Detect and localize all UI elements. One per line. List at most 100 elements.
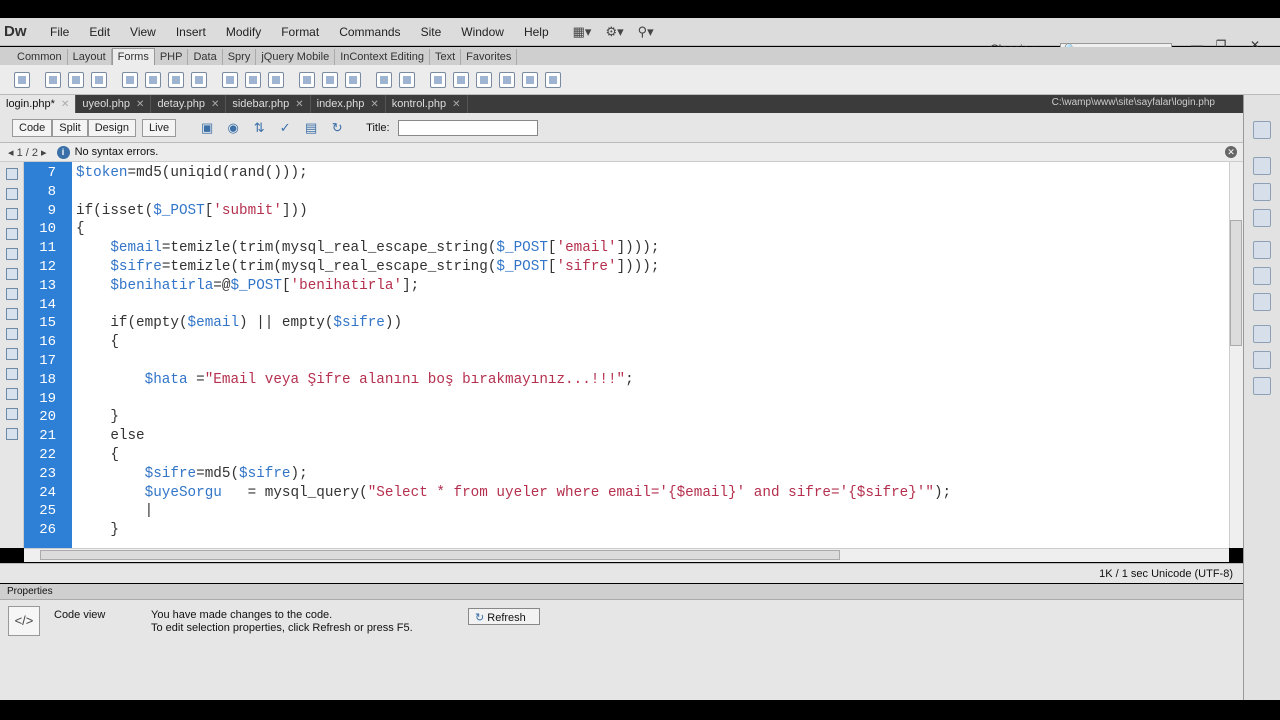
select-list-icon[interactable]: [222, 71, 238, 88]
menu-help[interactable]: Help: [514, 25, 559, 39]
highlight-invalid-code-icon[interactable]: [6, 328, 18, 340]
collapse-tag-icon[interactable]: [6, 208, 18, 220]
spry-validation-radio-icon[interactable]: [545, 71, 561, 88]
tab-incontext-editing[interactable]: InContext Editing: [335, 49, 430, 65]
open-documents-icon[interactable]: [6, 168, 18, 180]
split-view-button[interactable]: Split: [52, 118, 88, 137]
jump-menu-icon[interactable]: [245, 71, 261, 88]
collapse-selection-icon[interactable]: [6, 228, 18, 240]
refresh-icon[interactable]: ↻: [328, 120, 346, 136]
close-icon[interactable]: ✕: [61, 99, 69, 110]
snippets-icon[interactable]: [1253, 377, 1271, 395]
balance-braces-icon[interactable]: [6, 288, 18, 300]
files-icon[interactable]: [1253, 325, 1271, 343]
code-editor[interactable]: $token=md5(uniqid(rand())); if(isset($_P…: [72, 162, 1229, 548]
menu-window[interactable]: Window: [451, 25, 514, 39]
doc-tab-login[interactable]: login.php* ✕: [0, 95, 77, 113]
tab-layout[interactable]: Layout: [68, 49, 112, 65]
wrap-tag-icon[interactable]: [6, 408, 18, 420]
menu-commands[interactable]: Commands: [329, 25, 410, 39]
doc-tab-kontrol[interactable]: kontrol.php ✕: [386, 95, 468, 113]
syntax-status: No syntax errors.: [74, 146, 159, 158]
apply-comment-icon[interactable]: [6, 368, 18, 380]
multiscreen-icon[interactable]: ▣: [198, 120, 216, 136]
css-styles-icon[interactable]: [1253, 157, 1271, 175]
close-icon[interactable]: ✕: [211, 99, 219, 110]
image-field-icon[interactable]: [268, 71, 284, 88]
menu-site[interactable]: Site: [411, 25, 452, 39]
menu-view[interactable]: View: [120, 25, 166, 39]
textarea-icon[interactable]: [91, 71, 107, 88]
close-icon[interactable]: ✕: [370, 99, 378, 110]
spry-validation-password-icon[interactable]: [499, 71, 515, 88]
menu-modify[interactable]: Modify: [216, 25, 271, 39]
assets-icon[interactable]: [1253, 351, 1271, 369]
tab-text[interactable]: Text: [430, 49, 462, 65]
code-view-button[interactable]: Code: [12, 118, 53, 137]
vertical-scroll-thumb[interactable]: [1230, 220, 1242, 346]
close-icon[interactable]: ✕: [1225, 146, 1237, 158]
radio-group-icon[interactable]: [191, 71, 207, 88]
hidden-field-icon[interactable]: [68, 71, 84, 88]
spry-validation-checkbox-icon[interactable]: [453, 71, 469, 88]
preview-browser-icon[interactable]: ◉: [224, 120, 242, 136]
gear-icon[interactable]: ⚙▾: [605, 24, 623, 40]
tab-common[interactable]: Common: [12, 49, 68, 65]
title-input[interactable]: [397, 119, 538, 136]
spry-validation-text-icon[interactable]: [399, 71, 415, 88]
spry-validation-select-icon[interactable]: [476, 71, 492, 88]
close-icon[interactable]: ✕: [136, 99, 144, 110]
tab-favorites[interactable]: Favorites: [461, 49, 518, 65]
insert-panel-icon[interactable]: [1253, 121, 1271, 139]
doc-tab-detay[interactable]: detay.php ✕: [151, 95, 227, 113]
label-icon[interactable]: [345, 71, 361, 88]
spry-validation-textarea-icon[interactable]: [430, 71, 446, 88]
form-icon[interactable]: [14, 71, 30, 88]
w3c-validation-icon[interactable]: ✓: [276, 120, 294, 136]
menu-file[interactable]: File: [40, 25, 79, 39]
fieldset-icon[interactable]: [376, 71, 392, 88]
file-management-icon[interactable]: ⇅: [250, 120, 268, 136]
refresh-button[interactable]: ↻ Refresh: [468, 608, 540, 625]
doc-tab-index[interactable]: index.php ✕: [311, 95, 386, 113]
syntax-error-alerts-icon[interactable]: [6, 348, 18, 360]
design-view-button[interactable]: Design: [87, 118, 136, 137]
radio-button-icon[interactable]: [168, 71, 184, 88]
doc-tab-sidebar[interactable]: sidebar.php ✕: [226, 95, 311, 113]
error-navigation[interactable]: ◂ 1 / 2 ▸: [8, 146, 47, 159]
live-view-button[interactable]: Live: [141, 118, 177, 137]
expand-all-icon[interactable]: [6, 248, 18, 260]
menu-edit[interactable]: Edit: [79, 25, 120, 39]
horizontal-scroll-thumb[interactable]: [40, 550, 840, 560]
checkbox-icon[interactable]: [122, 71, 138, 88]
databases-icon[interactable]: [1253, 241, 1271, 259]
close-icon[interactable]: ✕: [452, 99, 460, 110]
show-code-navigator-icon[interactable]: [6, 188, 18, 200]
menu-format[interactable]: Format: [271, 25, 329, 39]
ap-elements-icon[interactable]: [1253, 183, 1271, 201]
text-field-icon[interactable]: [45, 71, 61, 88]
select-parent-tag-icon[interactable]: [6, 268, 18, 280]
visual-aids-icon[interactable]: ▤: [302, 120, 320, 136]
remove-comment-icon[interactable]: [6, 388, 18, 400]
tab-data[interactable]: Data: [188, 49, 223, 65]
tab-php[interactable]: PHP: [155, 49, 189, 65]
spry-validation-confirm-icon[interactable]: [522, 71, 538, 88]
layout-icon[interactable]: ▦▾: [573, 24, 592, 40]
tag-inspector-icon[interactable]: [1253, 209, 1271, 227]
checkbox-group-icon[interactable]: [145, 71, 161, 88]
close-icon[interactable]: ✕: [295, 99, 303, 110]
recent-snippets-icon[interactable]: [6, 428, 18, 440]
tab-spry[interactable]: Spry: [223, 49, 257, 65]
tab-jquery-mobile[interactable]: jQuery Mobile: [256, 49, 336, 65]
server-behaviors-icon[interactable]: [1253, 293, 1271, 311]
site-manager-icon[interactable]: ⚲▾: [638, 24, 654, 40]
tab-forms[interactable]: Forms: [111, 48, 155, 65]
button-icon[interactable]: [322, 71, 338, 88]
line-numbers-icon[interactable]: [6, 308, 18, 320]
code-line: {: [76, 334, 119, 351]
bindings-icon[interactable]: [1253, 267, 1271, 285]
file-field-icon[interactable]: [299, 71, 315, 88]
doc-tab-uyeol[interactable]: uyeol.php ✕: [76, 95, 152, 113]
menu-insert[interactable]: Insert: [166, 25, 216, 39]
